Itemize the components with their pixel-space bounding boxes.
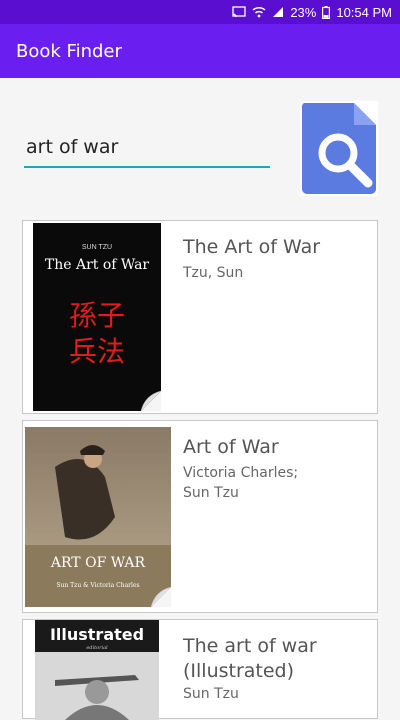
book-card[interactable]: Illustrated editorial The art of war (Il… xyxy=(22,619,378,720)
book-cover-image: Illustrated editorial xyxy=(35,620,159,720)
book-title: The Art of War xyxy=(183,236,321,258)
search-input[interactable] xyxy=(24,128,270,168)
app-bar: Book Finder xyxy=(0,24,400,78)
clock: 10:54 PM xyxy=(336,4,392,20)
cover-byline-text: Sun Tzu & Victoria Charles xyxy=(56,582,139,589)
cover-glyphs-line1: 孫子 xyxy=(69,299,125,332)
book-title: The art of war (Illustrated) xyxy=(183,635,317,682)
book-cover-image: ART OF WAR Sun Tzu & Victoria Charles xyxy=(25,427,171,607)
book-author: Victoria Charles; xyxy=(183,465,299,481)
cover-author-text: SUN TZU xyxy=(82,244,112,251)
status-bar: 23% 10:54 PM xyxy=(0,0,400,24)
book-author: Sun Tzu xyxy=(183,485,239,501)
app-title: Book Finder xyxy=(16,40,122,62)
search-document-icon xyxy=(301,103,376,194)
book-card[interactable]: SUN TZU The Art of War 孫子 兵法 The Art of … xyxy=(22,220,378,414)
wifi-icon xyxy=(252,6,266,18)
battery-icon xyxy=(322,5,331,19)
cover-subtitle-text: editorial xyxy=(86,645,108,651)
cover-title-text: Illustrated xyxy=(50,625,144,644)
cover-title-text: The Art of War xyxy=(45,257,150,273)
cover-title-text: ART OF WAR xyxy=(50,555,146,571)
cover-glyphs-line2: 兵法 xyxy=(69,335,125,368)
cast-icon xyxy=(232,6,246,18)
book-cover-image: SUN TZU The Art of War 孫子 兵法 xyxy=(33,223,161,411)
book-author: Tzu, Sun xyxy=(183,265,244,281)
search-button[interactable] xyxy=(300,101,378,196)
book-author: Sun Tzu xyxy=(183,686,239,702)
book-card[interactable]: ART OF WAR Sun Tzu & Victoria Charles Ar… xyxy=(22,420,378,613)
signal-icon xyxy=(272,6,284,18)
battery-percentage: 23% xyxy=(290,4,317,20)
book-title: Art of War xyxy=(183,436,279,458)
